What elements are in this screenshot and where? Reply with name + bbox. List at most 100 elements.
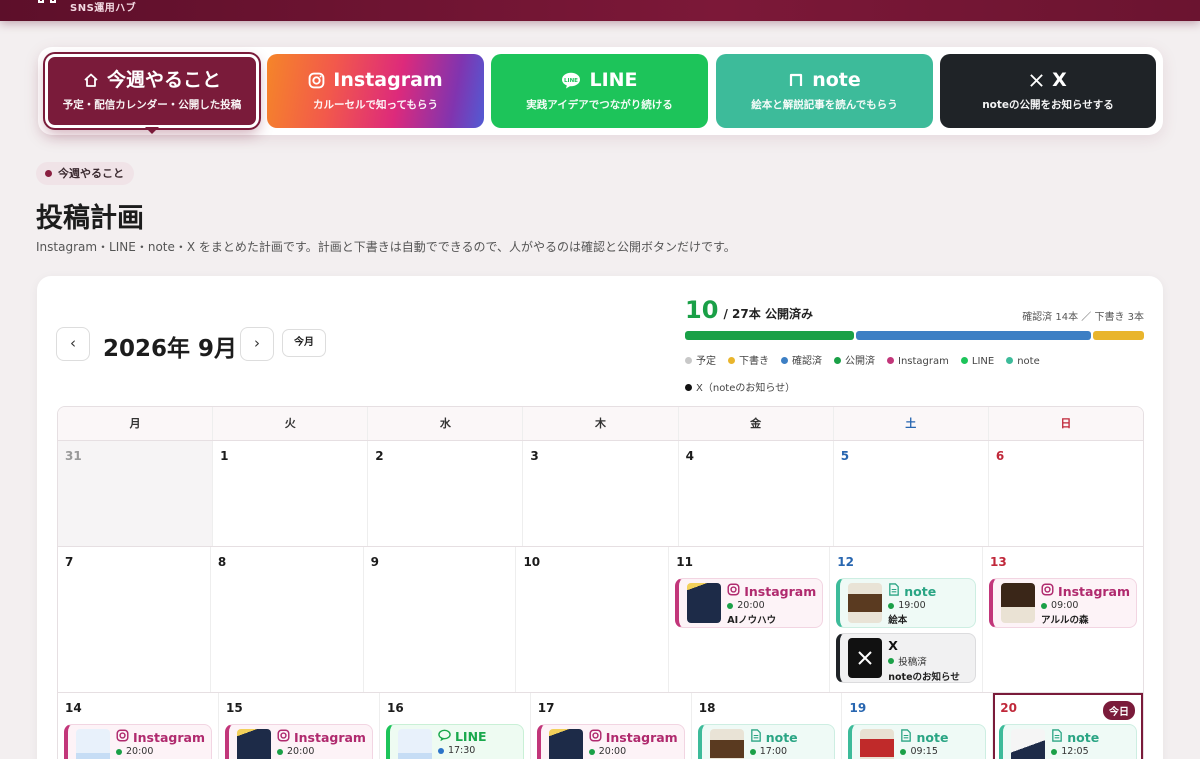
prev-month-button[interactable]: ‹ — [56, 327, 90, 361]
tab-instagram[interactable]: Instagram カルーセルで知ってもらう — [267, 54, 484, 128]
post-thumbnail — [848, 638, 883, 678]
platform-name: note — [904, 583, 937, 599]
post-thumbnail — [1001, 583, 1036, 623]
post-event-ig[interactable]: Instagram 20:00 — [64, 724, 212, 759]
day-number: 11 — [676, 555, 693, 569]
legend-dot — [781, 357, 788, 364]
platform-name: note — [1067, 729, 1100, 745]
calendar-day[interactable]: 13 Instagram 09:00 アルルの森 — [983, 547, 1143, 692]
day-number: 4 — [685, 449, 694, 463]
post-event-ig[interactable]: Instagram 09:00 アルルの森 — [989, 578, 1138, 628]
tab-this-week[interactable]: 今週やること 予定・配信カレンダー・公開した投稿 — [45, 54, 259, 134]
post-thumbnail — [1011, 729, 1046, 759]
status-dot — [116, 748, 122, 755]
note-icon — [750, 729, 762, 745]
progress-segment-draft — [1093, 331, 1144, 340]
day-number: 13 — [990, 555, 1007, 569]
post-event-ig[interactable]: Instagram 20:00 AIノウハウ — [675, 578, 824, 628]
post-platform: note — [900, 729, 948, 745]
legend-item: 予定 — [685, 348, 716, 375]
calendar-day[interactable]: 7 — [58, 547, 211, 692]
calendar-day[interactable]: 2 — [368, 441, 524, 546]
day-number: 7 — [65, 555, 74, 569]
post-thumbnail — [76, 729, 110, 759]
platform-name: Instagram — [1058, 583, 1131, 599]
calendar-day[interactable]: 20 今日 note 12:05 — [993, 693, 1143, 759]
post-thumbnail — [848, 583, 883, 623]
calendar-day[interactable]: 4 — [679, 441, 834, 546]
tab-line[interactable]: LINE LINE 実践アイデアでつながり続ける — [491, 54, 708, 128]
post-event-note[interactable]: note 17:00 — [697, 724, 836, 759]
post-event-line[interactable]: LINE 17:30 — [385, 724, 524, 759]
calendar-day[interactable]: 1 — [213, 441, 369, 546]
home-icon — [83, 72, 99, 88]
post-event-note[interactable]: note 12:05 — [999, 724, 1138, 759]
day-number: 5 — [840, 449, 850, 463]
calendar-day[interactable]: 16 LINE 17:30 — [380, 693, 531, 759]
calendar-day[interactable]: 8 — [211, 547, 364, 692]
tab-subtitle: 絵本と解説記事を読んでもらう — [751, 98, 898, 111]
legend-item: X（noteのお知らせ） — [685, 375, 795, 402]
day-number: 19 — [849, 701, 867, 715]
day-number: 12 — [837, 555, 854, 569]
next-month-button[interactable]: › — [240, 327, 274, 361]
post-thumbnail — [397, 729, 432, 759]
legend-item: 下書き — [728, 348, 769, 375]
current-month-button[interactable]: 今月 — [282, 329, 326, 357]
calendar-day[interactable]: 10 — [516, 547, 670, 692]
post-event-ig[interactable]: Instagram 20:00 — [536, 724, 685, 759]
post-event-note[interactable]: note 09:15 — [848, 724, 987, 759]
calendar-day[interactable]: 18 note 17:00 — [692, 693, 843, 759]
post-event-ig[interactable]: Instagram 20:00 — [224, 724, 373, 759]
tab-title: note — [812, 69, 861, 92]
calendar-day[interactable]: 17 Instagram 20:00 — [531, 693, 692, 759]
post-time: 投稿済 — [888, 654, 960, 668]
progress-segment-published — [685, 331, 854, 340]
today-badge: 今日 — [1103, 701, 1136, 720]
status-dot — [888, 602, 895, 609]
calendar-day[interactable]: 9 — [364, 547, 517, 692]
tab-title: 今週やること — [106, 69, 221, 92]
instagram-icon — [116, 729, 129, 745]
line-icon — [438, 729, 451, 744]
post-event-x[interactable]: X 投稿済 noteのお知らせ — [836, 633, 977, 683]
svg-text:LINE: LINE — [565, 78, 579, 84]
note-icon — [900, 729, 912, 745]
post-time: 20:00 — [116, 746, 205, 757]
platform-name: LINE — [454, 729, 487, 744]
post-time: 20:00 — [588, 746, 678, 757]
calendar-day[interactable]: 14 Instagram 20:00 — [58, 693, 219, 759]
post-time: 12:05 — [1051, 746, 1099, 757]
calendar-day[interactable]: 6 — [989, 441, 1143, 546]
calendar-day[interactable]: 5 — [834, 441, 989, 546]
post-platform: Instagram — [116, 729, 205, 745]
weekday-label: 月 — [58, 407, 214, 440]
post-event-note[interactable]: note 19:00 絵本 — [836, 578, 977, 628]
legend-dot — [887, 357, 894, 364]
app-logo-icon — [38, 0, 58, 6]
day-number: 16 — [386, 701, 404, 715]
app-brand: SNS運用ハブ — [70, 3, 137, 14]
tab-x[interactable]: X noteの公開をお知らせする — [940, 54, 1156, 128]
status-dot — [749, 748, 756, 755]
legend-item: 公開済 — [834, 348, 875, 375]
calendar-day[interactable]: 3 — [523, 441, 679, 546]
instagram-icon — [308, 72, 325, 89]
post-time: 19:00 — [888, 600, 936, 611]
calendar-day[interactable]: 15 Instagram 20:00 — [219, 693, 380, 759]
tab-title: Instagram — [333, 69, 443, 92]
legend-item: LINE — [960, 348, 994, 375]
calendar-day[interactable]: 11 Instagram 20:00 AIノウハウ — [669, 547, 831, 692]
calendar-day[interactable]: 12 note 19:00 絵本 X 投稿済 noteのお知らせ — [830, 547, 984, 692]
line-icon: LINE — [561, 72, 581, 89]
legend-dot — [685, 357, 692, 364]
day-number: 18 — [698, 701, 716, 715]
tab-note[interactable]: note 絵本と解説記事を読んでもらう — [716, 54, 933, 128]
calendar-day[interactable]: 19 note 09:15 — [842, 693, 994, 759]
calendar-week: 7 8 9 10 11 Instagram 20:00 AIノウハウ 12 note 19:00 絵本… — [58, 547, 1143, 693]
month-label: 2026年 9月 — [103, 336, 238, 362]
day-number: 8 — [217, 555, 227, 569]
legend-item: note — [1006, 348, 1040, 375]
weekday-header: 月火水木金土 日 — [58, 407, 1143, 441]
calendar-day[interactable]: 31 — [58, 441, 214, 546]
